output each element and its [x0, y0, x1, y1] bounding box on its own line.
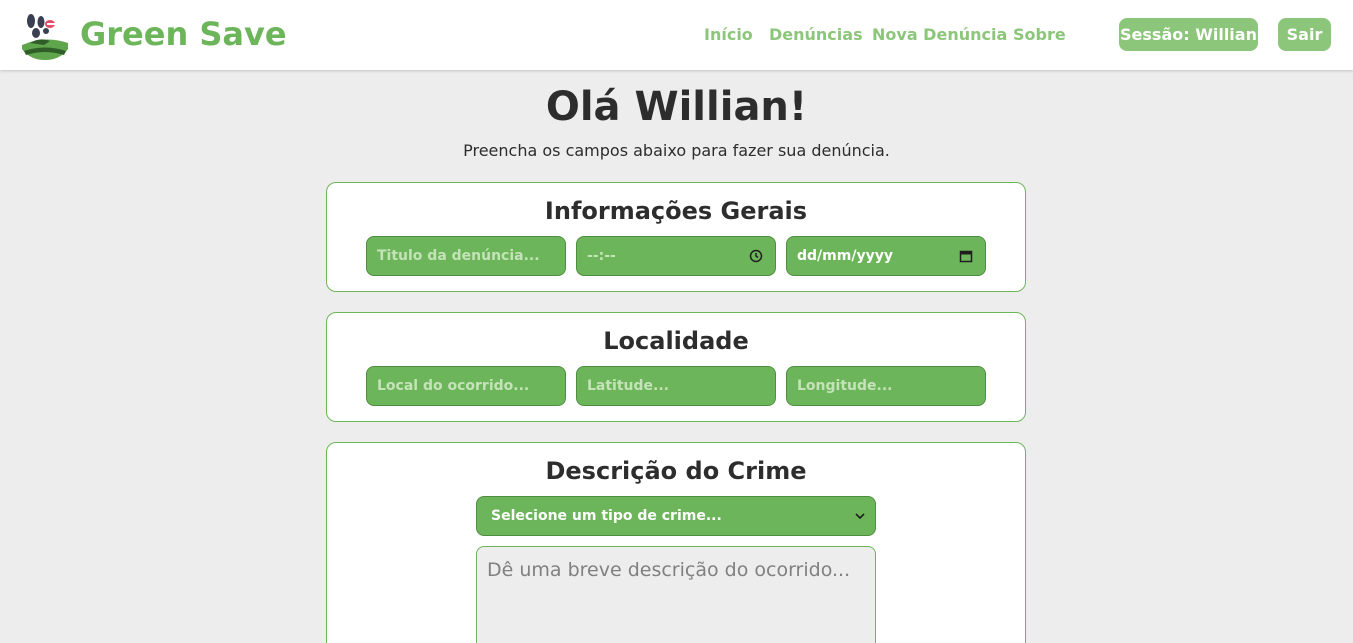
section-general-title: Informações Gerais — [544, 197, 808, 225]
time-input[interactable]: --:-- — [576, 236, 776, 276]
date-input[interactable]: dd/mm/yyyy — [786, 236, 986, 276]
longitude-input[interactable]: Longitude... — [786, 366, 986, 406]
description-textarea[interactable]: Dê uma breve descrição do ocorrido... — [476, 546, 876, 643]
session-button[interactable]: Sessão: Willian — [1119, 18, 1258, 51]
date-placeholder: dd/mm/yyyy — [797, 248, 893, 264]
time-placeholder: --:-- — [587, 248, 616, 264]
logo-icon[interactable] — [20, 11, 70, 61]
place-input[interactable]: Local do ocorrido... — [366, 366, 566, 406]
page-subtitle: Preencha os campos abaixo para fazer sua… — [463, 141, 890, 160]
nav-inicio[interactable]: Início — [704, 25, 753, 44]
chevron-down-icon — [855, 513, 865, 520]
title-input[interactable]: Titulo da denúncia... — [366, 236, 566, 276]
section-general-info: Informações Gerais Titulo da denúncia...… — [326, 182, 1026, 292]
top-header: Green Save Início Denúncias Nova Denúnci… — [0, 0, 1353, 70]
latitude-input[interactable]: Latitude... — [576, 366, 776, 406]
page-title: Olá Willian! — [545, 84, 808, 130]
nav-nova-denuncia[interactable]: Nova Denúncia — [872, 25, 1007, 44]
logout-button[interactable]: Sair — [1278, 18, 1331, 51]
crime-type-select[interactable]: Selecione um tipo de crime... — [476, 496, 876, 536]
section-description: Descrição do Crime Selecione um tipo de … — [326, 442, 1026, 643]
section-description-title: Descrição do Crime — [545, 457, 807, 485]
nav-sobre[interactable]: Sobre — [1013, 25, 1066, 44]
calendar-icon[interactable] — [959, 249, 973, 263]
crime-type-value: Selecione um tipo de crime... — [491, 508, 722, 524]
section-location: Localidade Local do ocorrido... Latitude… — [326, 312, 1026, 422]
nav-denuncias[interactable]: Denúncias — [769, 25, 863, 44]
section-location-title: Localidade — [603, 327, 749, 355]
brand-name[interactable]: Green Save — [80, 15, 287, 53]
clock-icon[interactable] — [749, 249, 763, 263]
